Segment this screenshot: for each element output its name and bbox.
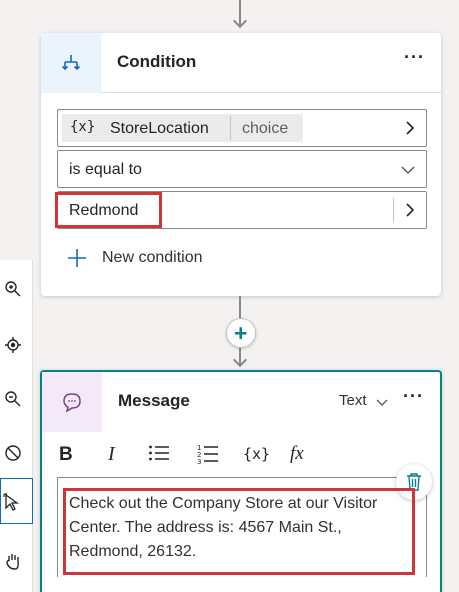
bold-button[interactable]: B bbox=[59, 444, 73, 466]
condition-card[interactable]: Condition ··· {x} StoreLocation choice i… bbox=[41, 33, 441, 296]
message-type-label: Text bbox=[339, 392, 367, 409]
message-more-button[interactable]: ··· bbox=[403, 386, 424, 407]
insert-variable-button[interactable]: {x} bbox=[243, 445, 270, 463]
operator-value: is equal to bbox=[69, 161, 142, 178]
variable-type: choice bbox=[242, 120, 289, 137]
new-condition-label: New condition bbox=[102, 249, 203, 266]
hand-pan-icon[interactable] bbox=[2, 552, 24, 575]
middle-connector-arrow bbox=[232, 352, 248, 368]
select-tool-button[interactable] bbox=[0, 478, 33, 524]
message-title: Message bbox=[118, 391, 190, 410]
format-toolbar: B I 123 {x} fx bbox=[42, 432, 440, 472]
chevron-right-icon[interactable] bbox=[404, 120, 416, 141]
italic-button[interactable]: I bbox=[108, 443, 115, 466]
variable-name: StoreLocation bbox=[110, 120, 209, 137]
top-connector-arrow bbox=[232, 13, 248, 29]
add-node-button[interactable]: + bbox=[226, 318, 256, 348]
value-highlight-box bbox=[55, 192, 162, 228]
zoom-in-icon[interactable] bbox=[2, 280, 24, 303]
variable-divider bbox=[230, 116, 231, 140]
pointer-select-icon bbox=[3, 493, 21, 516]
recenter-icon[interactable] bbox=[2, 336, 24, 359]
type-chevron-down-icon bbox=[375, 395, 389, 413]
zoom-out-icon[interactable] bbox=[2, 390, 24, 413]
plus-icon bbox=[67, 248, 87, 273]
condition-title: Condition bbox=[117, 52, 197, 71]
svg-text:3: 3 bbox=[197, 458, 201, 464]
condition-header: Condition ··· bbox=[41, 33, 441, 93]
message-header: Message Text ··· bbox=[42, 372, 440, 432]
numbered-list-icon[interactable]: 123 bbox=[197, 442, 219, 469]
add-node-plus: + bbox=[234, 320, 248, 346]
variable-badge: {x} bbox=[70, 119, 96, 135]
variable-selector[interactable]: {x} StoreLocation choice bbox=[57, 109, 427, 147]
condition-branch-icon bbox=[41, 33, 101, 93]
bulleted-list-icon[interactable] bbox=[148, 444, 170, 467]
value-divider bbox=[393, 198, 394, 222]
value-chevron-right-icon[interactable] bbox=[404, 202, 416, 223]
canvas-tool-rail bbox=[0, 260, 33, 592]
operator-dropdown[interactable]: is equal to bbox=[57, 150, 427, 188]
message-bubble-icon bbox=[42, 372, 102, 432]
new-condition-button[interactable]: New condition bbox=[67, 246, 267, 270]
chevron-down-icon[interactable] bbox=[400, 163, 416, 181]
message-type-dropdown[interactable]: Text bbox=[339, 392, 395, 412]
variable-chip[interactable]: {x} StoreLocation choice bbox=[62, 114, 303, 142]
minimap-icon[interactable] bbox=[2, 444, 24, 467]
condition-more-button[interactable]: ··· bbox=[404, 47, 425, 68]
formula-button[interactable]: fx bbox=[290, 443, 304, 465]
message-highlight-box bbox=[63, 488, 415, 575]
